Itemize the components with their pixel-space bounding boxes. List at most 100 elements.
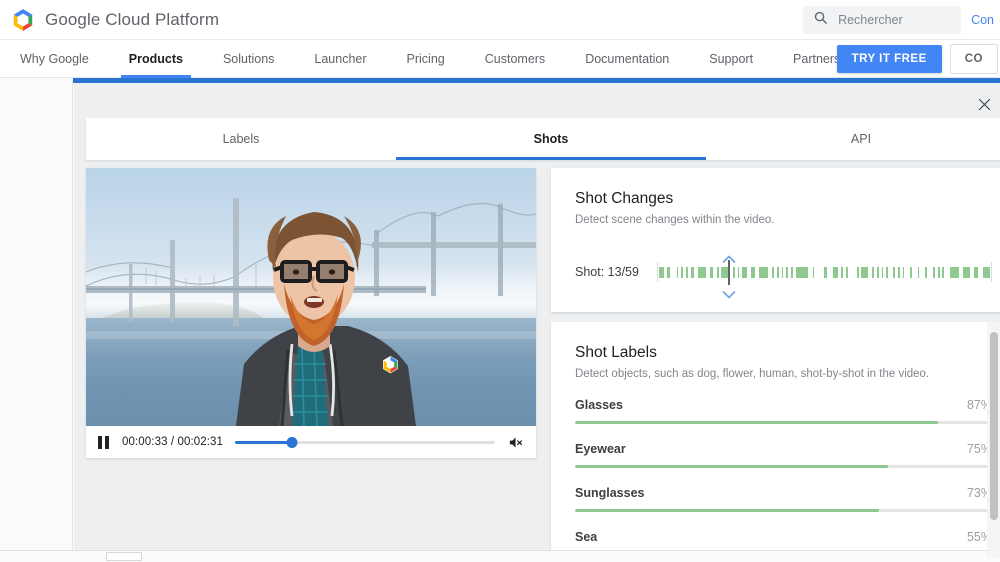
- timeline-segment[interactable]: [886, 267, 888, 278]
- timeline-segment[interactable]: [861, 267, 868, 278]
- timeline-segment[interactable]: [691, 267, 694, 278]
- timeline-segment[interactable]: [717, 267, 719, 278]
- shot-changes-subtitle: Detect scene changes within the video.: [551, 208, 1000, 226]
- nav-item-pricing[interactable]: Pricing: [387, 40, 465, 78]
- nav-item-label: Launcher: [314, 52, 366, 66]
- video-frame[interactable]: [86, 168, 536, 426]
- timeline-segment[interactable]: [882, 267, 884, 278]
- timeline-segment[interactable]: [872, 267, 874, 278]
- shot-label-bar-fill: [575, 509, 879, 512]
- shot-labels-subtitle: Detect objects, such as dog, flower, hum…: [551, 362, 1000, 380]
- header-right: Con: [803, 0, 1000, 40]
- shot-label-head: Sunglasses73%: [575, 486, 992, 500]
- timeline-segment[interactable]: [877, 267, 879, 278]
- timeline-segment[interactable]: [791, 267, 793, 278]
- timeline-segment[interactable]: [738, 267, 740, 278]
- vertical-scrollbar-thumb[interactable]: [990, 332, 998, 520]
- nav-item-support[interactable]: Support: [689, 40, 773, 78]
- shot-label-name: Eyewear: [575, 442, 626, 456]
- timeline-segment[interactable]: [813, 267, 815, 278]
- shot-label-bar: [575, 421, 992, 424]
- timeline-segment[interactable]: [824, 267, 827, 278]
- nav-item-customers[interactable]: Customers: [465, 40, 565, 78]
- timeline-segment[interactable]: [893, 267, 895, 278]
- try-it-free-button[interactable]: TRY IT FREE: [837, 45, 942, 73]
- tab-api[interactable]: API: [706, 118, 1000, 160]
- nav-item-documentation[interactable]: Documentation: [565, 40, 689, 78]
- timeline-segment[interactable]: [751, 267, 754, 278]
- timeline-segment[interactable]: [710, 267, 713, 278]
- timeline-segment[interactable]: [918, 267, 920, 278]
- timeline-segment[interactable]: [846, 267, 848, 278]
- nav-items: Why Google Products Solutions Launcher P…: [0, 40, 860, 78]
- timeline-segment[interactable]: [903, 267, 905, 278]
- shot-timeline[interactable]: [657, 252, 992, 292]
- timeline-segment[interactable]: [698, 267, 705, 278]
- shot-label-head: Sea55%: [575, 530, 992, 544]
- gcp-hexagon-logo-icon: [10, 7, 36, 33]
- timeline-segment[interactable]: [963, 267, 969, 278]
- timeline-segment[interactable]: [938, 267, 940, 278]
- nav-item-label: Pricing: [407, 52, 445, 66]
- search-input[interactable]: [838, 13, 951, 27]
- timeline-segment[interactable]: [681, 267, 683, 278]
- video-subject-person: [86, 168, 536, 426]
- brand-title: Google Cloud Platform: [45, 10, 219, 30]
- timeline-segment[interactable]: [659, 267, 664, 278]
- timeline-segment[interactable]: [857, 267, 859, 278]
- shot-timeline-segments[interactable]: [657, 262, 992, 282]
- shot-label-row: Sunglasses73%: [575, 486, 992, 512]
- shot-label-name: Sea: [575, 530, 597, 544]
- close-icon[interactable]: [973, 93, 995, 115]
- nav-item-why-google[interactable]: Why Google: [0, 40, 109, 78]
- timeline-segment[interactable]: [796, 267, 808, 278]
- timeline-segment[interactable]: [782, 267, 784, 278]
- shot-label-row: Eyewear75%: [575, 442, 992, 468]
- timeline-segment[interactable]: [667, 267, 670, 278]
- brand[interactable]: Google Cloud Platform: [0, 7, 219, 33]
- chevron-up-icon[interactable]: [722, 250, 735, 258]
- signin-link[interactable]: Con: [971, 13, 996, 27]
- search-box[interactable]: [803, 6, 961, 34]
- tab-card: Labels Shots API: [86, 118, 1000, 160]
- timeline-segment[interactable]: [686, 267, 688, 278]
- timeline-segment[interactable]: [898, 267, 900, 278]
- timeline-segment[interactable]: [733, 267, 735, 278]
- tab-shots[interactable]: Shots: [396, 118, 706, 160]
- shot-labels-card: Shot Labels Detect objects, such as dog,…: [551, 322, 1000, 558]
- console-button[interactable]: CO: [950, 44, 998, 74]
- timeline-segment[interactable]: [910, 267, 912, 278]
- timeline-segment[interactable]: [942, 267, 944, 278]
- nav-item-products[interactable]: Products: [109, 40, 203, 78]
- timeline-segment[interactable]: [925, 267, 927, 278]
- timeline-segment[interactable]: [759, 267, 768, 278]
- seek-thumb[interactable]: [287, 437, 298, 448]
- timeline-segment[interactable]: [786, 267, 788, 278]
- nav-item-launcher[interactable]: Launcher: [294, 40, 386, 78]
- nav-item-label: Solutions: [223, 52, 274, 66]
- timeline-segment[interactable]: [772, 267, 774, 278]
- timeline-segment[interactable]: [777, 267, 779, 278]
- nav-item-solutions[interactable]: Solutions: [203, 40, 294, 78]
- timeline-segment[interactable]: [742, 267, 747, 278]
- shot-label-bar-fill: [575, 465, 888, 468]
- timeline-segment[interactable]: [983, 267, 990, 278]
- seek-bar[interactable]: [235, 435, 495, 449]
- nav-item-label: Products: [129, 52, 183, 66]
- nav-item-label: Why Google: [20, 52, 89, 66]
- horizontal-scrollbar-track[interactable]: [0, 550, 1000, 562]
- nav-right: TRY IT FREE CO: [837, 40, 1000, 78]
- timeline-segment[interactable]: [974, 267, 978, 278]
- shot-playhead[interactable]: [728, 260, 730, 285]
- tab-labels[interactable]: Labels: [86, 118, 396, 160]
- timeline-segment[interactable]: [841, 267, 843, 278]
- timeline-segment[interactable]: [933, 267, 935, 278]
- timeline-segment[interactable]: [833, 267, 839, 278]
- time-display: 00:00:33 / 00:02:31: [122, 436, 223, 448]
- timeline-segment[interactable]: [950, 267, 959, 278]
- volume-muted-icon[interactable]: [507, 435, 524, 450]
- horizontal-scrollbar-thumb[interactable]: [106, 552, 142, 561]
- timeline-segment[interactable]: [677, 267, 679, 278]
- pause-icon[interactable]: [98, 436, 110, 449]
- chevron-down-icon[interactable]: [722, 286, 735, 294]
